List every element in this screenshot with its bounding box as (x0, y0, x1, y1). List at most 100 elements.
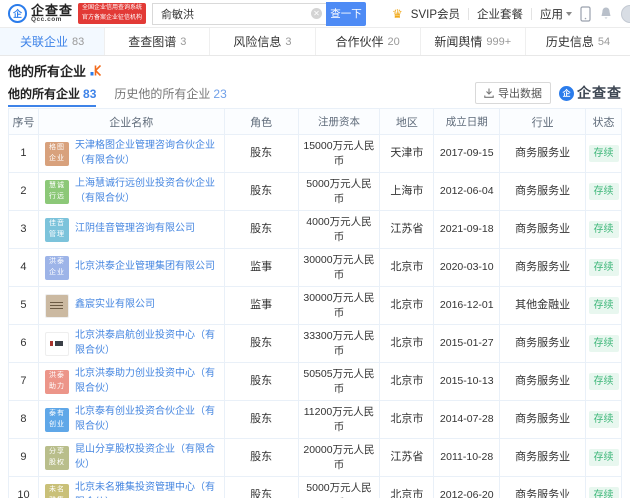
brand-name: 企查查 (31, 2, 74, 18)
status-badge: 存续 (588, 144, 619, 163)
companies-table: 序号 企业名称 角色 注册资本 地区 成立日期 行业 状态 1 格图 企业 天津格… (8, 108, 622, 498)
company-name-link[interactable]: 天津格图企业管理咨询合伙企业（有限合伙） (75, 139, 220, 168)
search-button[interactable]: 查一下 (326, 1, 367, 26)
company-logo: 洪泰 企业 (44, 255, 69, 280)
table-row: 2 慧诚 行远 上海慧诚行远创业投资合伙企业（有限合伙） 股东 5000万元人民币… (9, 173, 622, 211)
capital-cell: 30000万元人民币 (298, 249, 381, 287)
table-row: 4 洪泰 企业 北京洪泰企业管理集团有限公司 监事 30000万元人民币 北京市 … (9, 249, 622, 287)
capital-cell: 5000万元人民币 (298, 173, 381, 211)
subtab-historical-companies[interactable]: 历史他的所有企业 23 (114, 85, 226, 102)
qcc-watermark-icon: 企 (559, 85, 574, 101)
region-cell: 天津市 (380, 135, 435, 173)
qcc-logo[interactable]: 企 企查查 Qcc.com (8, 4, 73, 24)
role-cell: 股东 (224, 211, 299, 249)
region-cell: 上海市 (380, 173, 435, 211)
search-input[interactable] (152, 2, 327, 25)
region-cell: 北京市 (380, 363, 435, 401)
svip-link[interactable]: SVIP会员 (411, 6, 460, 22)
industry-cell: 商务服务业 (500, 249, 587, 287)
enterprise-package-link[interactable]: 企业套餐 (477, 6, 523, 22)
table-row: 9 分享 股权 昆山分享股权投资企业（有限合伙） 股东 20000万元人民币 江苏… (9, 439, 622, 477)
status-badge: 存续 (588, 296, 619, 315)
region-cell: 北京市 (380, 477, 435, 498)
status-badge: 存续 (588, 372, 619, 391)
capital-cell: 50505万元人民币 (298, 363, 381, 401)
row-index: 5 (9, 287, 39, 325)
company-name-link[interactable]: 江阴佳音管理咨询有限公司 (75, 222, 195, 237)
role-cell: 股东 (224, 325, 299, 363)
date-cell: 2015-10-13 (434, 363, 501, 401)
search-bar: ✕ 查一下 (152, 1, 367, 26)
company-name-link[interactable]: 鑫宸实业有限公司 (75, 298, 155, 313)
region-cell: 江苏省 (380, 439, 435, 477)
user-avatar[interactable] (621, 4, 630, 23)
region-cell: 北京市 (380, 325, 435, 363)
qcc-related-companies-page: 企 企查查 Qcc.com 全国企业信用查询系统 官方备案企业征信机构 ✕ 查一… (0, 0, 630, 498)
company-name-link[interactable]: 北京泰有创业投资合伙企业（有限合伙） (75, 405, 220, 434)
company-logo: 格图 企业 (44, 141, 69, 166)
capital-cell: 20000万元人民币 (298, 439, 381, 477)
capital-cell: 4000万元人民币 (298, 211, 381, 249)
company-logo: 分享 股权 (44, 445, 69, 470)
industry-cell: 商务服务业 (500, 211, 587, 249)
qcc-logo-icon: 企 (8, 4, 27, 23)
date-cell: 2012-06-20 (434, 477, 501, 498)
company-name-link[interactable]: 昆山分享股权投资企业（有限合伙） (75, 443, 220, 472)
role-cell: 股东 (224, 363, 299, 401)
export-data-button[interactable]: 导出数据 (475, 82, 551, 104)
row-index: 2 (9, 173, 39, 211)
apps-menu[interactable]: 应用 (540, 6, 572, 22)
date-cell: 2015-01-27 (434, 325, 501, 363)
role-cell: 监事 (224, 287, 299, 325)
tab-history[interactable]: 历史信息 54 (525, 28, 630, 55)
company-name-link[interactable]: 北京洪泰企业管理集团有限公司 (75, 260, 215, 275)
tab-related-companies[interactable]: 关联企业 83 (0, 28, 106, 55)
role-cell: 股东 (224, 401, 299, 439)
industry-cell: 商务服务业 (500, 477, 587, 498)
col-status: 状态 (586, 109, 622, 135)
region-cell: 北京市 (380, 401, 435, 439)
status-badge: 存续 (588, 220, 619, 239)
company-name-link[interactable]: 上海慧诚行远创业投资合伙企业（有限合伙） (75, 177, 220, 206)
table-body: 1 格图 企业 天津格图企业管理咨询合伙企业（有限合伙） 股东 15000万元人民… (9, 135, 622, 498)
capital-cell: 5000万元人民币 (299, 477, 381, 498)
company-name-link[interactable]: 北京洪泰助力创业投资中心（有限合伙） (75, 367, 220, 396)
credit-agency-badge: 全国企业信用查询系统 官方备案企业征信机构 (78, 2, 147, 25)
notification-bell-icon[interactable] (599, 6, 613, 21)
row-index: 8 (9, 401, 39, 439)
col-registered-capital: 注册资本 (298, 109, 381, 135)
capital-cell: 33300万元人民币 (298, 325, 381, 363)
tab-partners[interactable]: 合作伙伴 20 (315, 28, 421, 55)
col-company-name: 企业名称 (38, 109, 225, 135)
row-index: 7 (9, 363, 39, 401)
table-header-row: 序号 企业名称 角色 注册资本 地区 成立日期 行业 状态 (9, 109, 622, 135)
graph-icon (90, 65, 102, 76)
row-index: 10 (9, 477, 39, 498)
section-title: 他的所有企业 (8, 64, 87, 79)
chevron-down-icon (566, 12, 572, 17)
date-cell: 2016-12-01 (434, 287, 501, 325)
row-index: 6 (9, 325, 39, 363)
row-index: 4 (9, 249, 39, 287)
company-name-link[interactable]: 北京未名雅集投资管理中心（有限合伙） (75, 481, 220, 498)
table-row: 1 格图 企业 天津格图企业管理咨询合伙企业（有限合伙） 股东 15000万元人民… (9, 135, 622, 173)
tab-graph[interactable]: 查查图谱 3 (105, 28, 211, 55)
clear-search-icon[interactable]: ✕ (311, 8, 323, 19)
mobile-phone-icon[interactable] (580, 5, 591, 22)
subtab-his-companies[interactable]: 他的所有企业 83 (8, 85, 97, 107)
tab-news[interactable]: 新闻舆情 999+ (420, 28, 526, 55)
badge-line-1: 全国企业信用查询系统 (82, 4, 143, 11)
company-name-link[interactable]: 北京洪泰启航创业投资中心（有限合伙） (75, 329, 220, 358)
status-badge: 存续 (588, 486, 619, 498)
table-row: 8 泰有 创业 北京泰有创业投资合伙企业（有限合伙） 股东 11200万元人民币 … (9, 401, 622, 439)
row-index: 1 (9, 135, 39, 173)
subtab-row: 他的所有企业 83 历史他的所有企业 23 导出数据 企 企查查 (8, 82, 622, 107)
date-cell: 2017-09-15 (434, 135, 501, 173)
region-cell: 北京市 (380, 287, 435, 325)
download-icon (484, 88, 494, 98)
industry-cell: 商务服务业 (500, 135, 587, 173)
col-founded-date: 成立日期 (434, 109, 501, 135)
top-header: 企 企查查 Qcc.com 全国企业信用查询系统 官方备案企业征信机构 ✕ 查一… (0, 0, 630, 28)
role-cell: 股东 (224, 173, 299, 211)
tab-risk-info[interactable]: 风险信息 3 (210, 28, 316, 55)
